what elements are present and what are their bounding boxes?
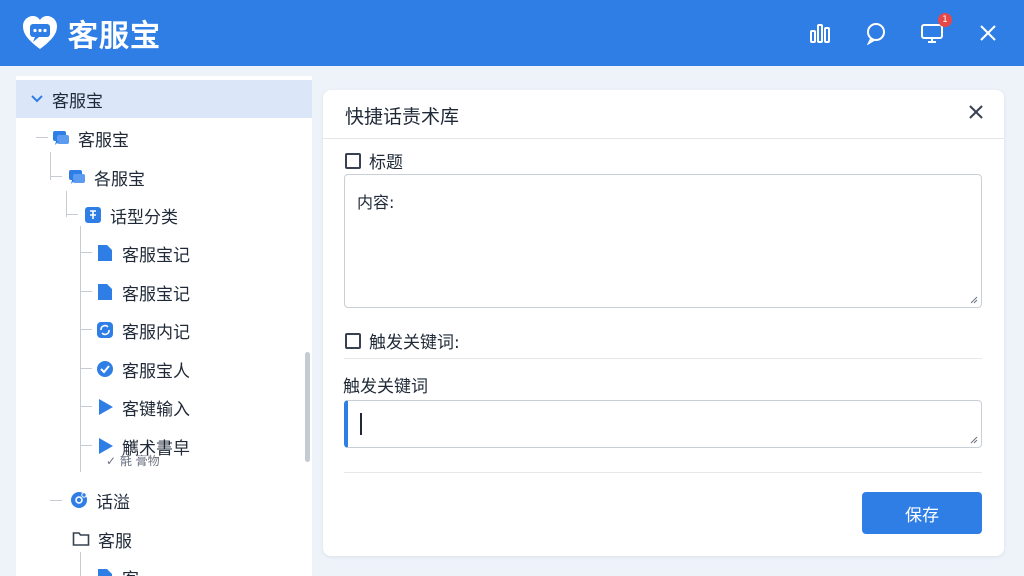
tree-item-verified[interactable]: 客服宝人: [96, 353, 190, 385]
tree-item-kefu-folder[interactable]: 客服: [72, 523, 132, 555]
footer-divider: [344, 472, 982, 473]
dialog-close-icon[interactable]: [966, 102, 986, 122]
keyword-input[interactable]: [344, 400, 982, 448]
resize-handle-icon[interactable]: [970, 296, 978, 304]
tree-item-label: 客服宝记: [122, 245, 190, 266]
close-icon: [980, 25, 996, 41]
sidebar-tree: 客服宝 客服宝 各服宝 话型分类 客服宝记 客服宝记 客服内记 客服宝人 客键输…: [16, 76, 312, 576]
quick-phrase-dialog: 快捷话责术库 标题 内容: 触发关键词: 触发关键词 保存: [323, 90, 1004, 556]
text-caret: [360, 413, 362, 435]
notification-badge: 1: [938, 13, 952, 27]
sidebar-scrollbar-thumb[interactable]: [305, 352, 310, 462]
play-icon: [99, 399, 113, 415]
chat-icon: [69, 170, 85, 184]
bar-chart-icon: [810, 24, 830, 43]
title-checkbox-row[interactable]: 标题: [345, 148, 403, 173]
file-icon: [98, 245, 112, 261]
content-textarea[interactable]: 内容:: [344, 174, 982, 308]
tree-item-input[interactable]: 客键输入: [96, 391, 190, 423]
tree-item-label: 话溢: [96, 492, 130, 513]
tree-item-garbled[interactable]: 觽术書皁 ✓ 毻 膏物: [96, 430, 190, 468]
dialog-divider: [323, 138, 1004, 139]
tree-item-sync[interactable]: 客服内记: [96, 314, 190, 346]
dialog-title: 快捷话责术库: [345, 106, 460, 128]
file-icon: [98, 284, 112, 300]
content-label: 内容:: [357, 193, 395, 212]
tree-item-label: 话型分类: [110, 207, 178, 228]
app-logo-icon: [23, 16, 57, 49]
settings-circle-icon: [71, 492, 87, 508]
keyword-field-label: 触发关键词: [343, 377, 428, 397]
chat-bubble-icon: [866, 23, 885, 45]
save-button[interactable]: 保存: [862, 492, 982, 534]
section-divider: [344, 358, 982, 359]
tree-item-label: 客服宝记: [122, 284, 190, 305]
tree-item-label: 客: [122, 565, 139, 576]
trigger-checkbox-label: 触发关键词:: [369, 333, 460, 353]
title-bar: 客服宝 1: [0, 0, 1024, 66]
resize-handle-icon[interactable]: [970, 436, 978, 444]
tree-item-partial[interactable]: 客: [96, 561, 139, 576]
notifications-button[interactable]: 1: [918, 13, 952, 47]
tree-item-category[interactable]: 话型分类: [84, 199, 178, 231]
chat-icon: [53, 131, 69, 145]
refresh-icon: [97, 322, 113, 338]
check-circle-icon: [97, 361, 113, 377]
file-icon: [98, 569, 112, 576]
tree-item-file-1[interactable]: 客服宝记: [96, 237, 190, 269]
tree-item-huayi[interactable]: 话溢: [70, 484, 130, 516]
category-icon: [85, 207, 101, 223]
app-title: 客服宝: [68, 19, 161, 54]
tree-item-label: 客服: [98, 531, 132, 552]
tree-item-kefubao[interactable]: 客服宝: [52, 122, 129, 154]
chat-button[interactable]: [862, 19, 890, 47]
stats-button[interactable]: [806, 19, 834, 47]
trigger-checkbox[interactable]: [345, 332, 361, 349]
tree-item-gefubao[interactable]: 各服宝: [68, 161, 145, 193]
tree-item-label: 客服内记: [122, 322, 190, 343]
trigger-checkbox-row[interactable]: 触发关键词:: [345, 328, 460, 353]
folder-icon: [72, 532, 90, 546]
title-checkbox-label: 标题: [369, 153, 403, 173]
tree-root-item[interactable]: 客服宝: [16, 80, 312, 118]
tree-item-overlap-text: ✓ 毻 膏物: [106, 454, 160, 468]
tree-item-file-2[interactable]: 客服宝记: [96, 276, 190, 308]
title-checkbox[interactable]: [345, 152, 361, 169]
tree-item-label: 各服宝: [94, 169, 145, 190]
header-actions: 1: [806, 0, 1002, 66]
tree-item-label: 客服宝: [78, 130, 129, 151]
tree-item-label: 客服宝人: [122, 361, 190, 382]
chevron-down-icon: [31, 95, 43, 103]
tree-root-label: 客服宝: [52, 91, 103, 112]
window-close-button[interactable]: [974, 19, 1002, 47]
tree-item-label: 客键输入: [122, 399, 190, 420]
